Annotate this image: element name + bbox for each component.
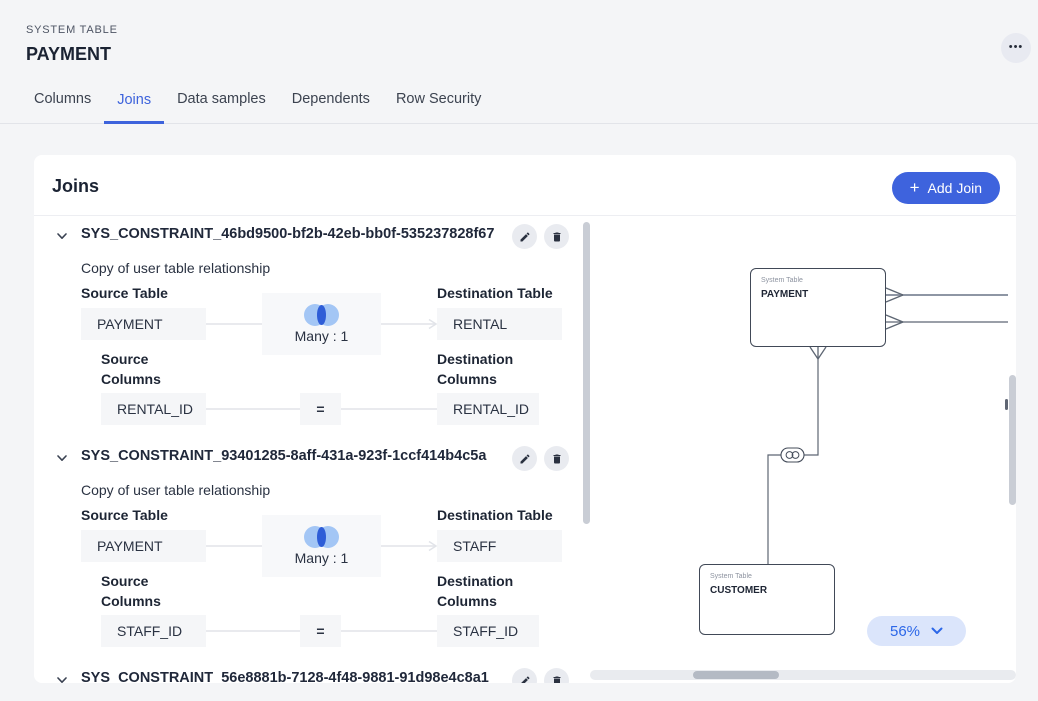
source-column-value: RENTAL_ID (101, 393, 206, 425)
destination-column-value: STAFF_ID (437, 615, 539, 647)
destination-columns-label: Destination Columns (437, 571, 523, 611)
cardinality-label: Many : 1 (295, 328, 349, 344)
join-row: SYS_CONSTRAINT_56e8881b-7128-4f48-9881-9… (34, 669, 574, 683)
panel-resize-handle[interactable] (1005, 399, 1008, 410)
edit-join-button[interactable] (512, 224, 537, 249)
node-type-label: System Table (710, 573, 824, 580)
join-operator: = (300, 615, 341, 647)
cardinality-label: Many : 1 (295, 550, 349, 566)
source-table-label: Source Table (81, 283, 168, 303)
trash-icon (551, 453, 563, 465)
connector-line (341, 625, 437, 637)
connector-arrow (381, 540, 438, 552)
connector-line (206, 625, 300, 637)
page-title: PAYMENT (26, 44, 118, 65)
node-type-label: System Table (761, 277, 875, 284)
cardinality-box: Many : 1 (262, 293, 381, 355)
connector-arrow (381, 318, 438, 330)
diagram-horizontal-scrollbar[interactable] (693, 671, 779, 679)
table-type-eyebrow: SYSTEM TABLE (26, 24, 118, 36)
tab-row-security[interactable]: Row Security (383, 88, 494, 123)
source-columns-label: Source Columns (101, 349, 187, 389)
connector-line (206, 540, 262, 552)
destination-table-value: RENTAL (437, 308, 562, 340)
joins-card: Joins + Add Join SYS_CONSTRAINT_46bd9500… (34, 155, 1016, 683)
source-table-label: Source Table (81, 505, 168, 525)
diagram-vertical-scrollbar[interactable] (1009, 375, 1016, 505)
diagram-horizontal-scrollbar-track (590, 670, 1016, 680)
destination-column-value: RENTAL_ID (437, 393, 539, 425)
source-table-value: PAYMENT (81, 308, 206, 340)
pencil-icon (519, 675, 531, 684)
page: SYSTEM TABLE PAYMENT ••• Columns Joins D… (0, 0, 1038, 701)
joins-panel-title: Joins (52, 176, 99, 197)
tab-columns[interactable]: Columns (21, 88, 104, 123)
join-name: SYS_CONSTRAINT_93401285-8aff-431a-923f-1… (81, 448, 486, 464)
chevron-down-icon[interactable] (55, 673, 69, 683)
source-table-value: PAYMENT (81, 530, 206, 562)
connector-line (206, 403, 300, 415)
add-join-label: Add Join (928, 180, 982, 196)
add-join-button[interactable]: + Add Join (892, 172, 1000, 204)
cardinality-box: Many : 1 (262, 515, 381, 577)
venn-diagram-icon (304, 526, 339, 548)
source-column-value: STAFF_ID (101, 615, 206, 647)
edit-join-button[interactable] (512, 446, 537, 471)
more-menu-button[interactable]: ••• (1001, 33, 1031, 63)
pencil-icon (519, 453, 531, 465)
join-name: SYS_CONSTRAINT_56e8881b-7128-4f48-9881-9… (81, 670, 489, 683)
join-description: Copy of user table relationship (81, 482, 270, 498)
venn-diagram-icon (304, 304, 339, 326)
destination-table-label: Destination Table (437, 283, 553, 303)
join-name: SYS_CONSTRAINT_46bd9500-bf2b-42eb-bb0f-5… (81, 226, 494, 242)
join-description: Copy of user table relationship (81, 260, 270, 276)
node-name: CUSTOMER (710, 585, 824, 596)
zoom-level-dropdown[interactable]: 56% (867, 616, 966, 646)
tab-data-samples[interactable]: Data samples (164, 88, 279, 123)
delete-join-button[interactable] (544, 446, 569, 471)
joins-list-scrollbar[interactable] (583, 222, 590, 524)
join-row: SYS_CONSTRAINT_93401285-8aff-431a-923f-1… (34, 447, 574, 669)
delete-join-button[interactable] (544, 668, 569, 683)
diagram-node-payment[interactable]: System Table PAYMENT (750, 268, 886, 347)
destination-table-value: STAFF (437, 530, 562, 562)
chevron-down-icon[interactable] (55, 451, 69, 465)
zoom-level-value: 56% (890, 623, 920, 640)
delete-join-button[interactable] (544, 224, 569, 249)
relationship-diagram[interactable]: System Table PAYMENT System Table CUSTOM… (593, 216, 1008, 683)
node-name: PAYMENT (761, 289, 875, 300)
plus-icon: + (910, 179, 920, 196)
chevron-down-icon[interactable] (55, 229, 69, 243)
connector-line (341, 403, 437, 415)
trash-icon (551, 231, 563, 243)
page-header: SYSTEM TABLE PAYMENT (26, 24, 118, 65)
tab-joins[interactable]: Joins (104, 89, 164, 124)
diagram-node-customer[interactable]: System Table CUSTOMER (699, 564, 835, 635)
ellipsis-icon: ••• (1009, 42, 1024, 53)
trash-icon (551, 675, 563, 684)
connector-line (206, 318, 262, 330)
chevron-down-icon (931, 627, 943, 635)
source-columns-label: Source Columns (101, 571, 187, 611)
edit-join-button[interactable] (512, 668, 537, 683)
tab-bar: Columns Joins Data samples Dependents Ro… (0, 88, 1038, 124)
join-row: SYS_CONSTRAINT_46bd9500-bf2b-42eb-bb0f-5… (34, 225, 574, 447)
join-operator: = (300, 393, 341, 425)
tab-dependents[interactable]: Dependents (279, 88, 383, 123)
pencil-icon (519, 231, 531, 243)
destination-table-label: Destination Table (437, 505, 553, 525)
destination-columns-label: Destination Columns (437, 349, 523, 389)
